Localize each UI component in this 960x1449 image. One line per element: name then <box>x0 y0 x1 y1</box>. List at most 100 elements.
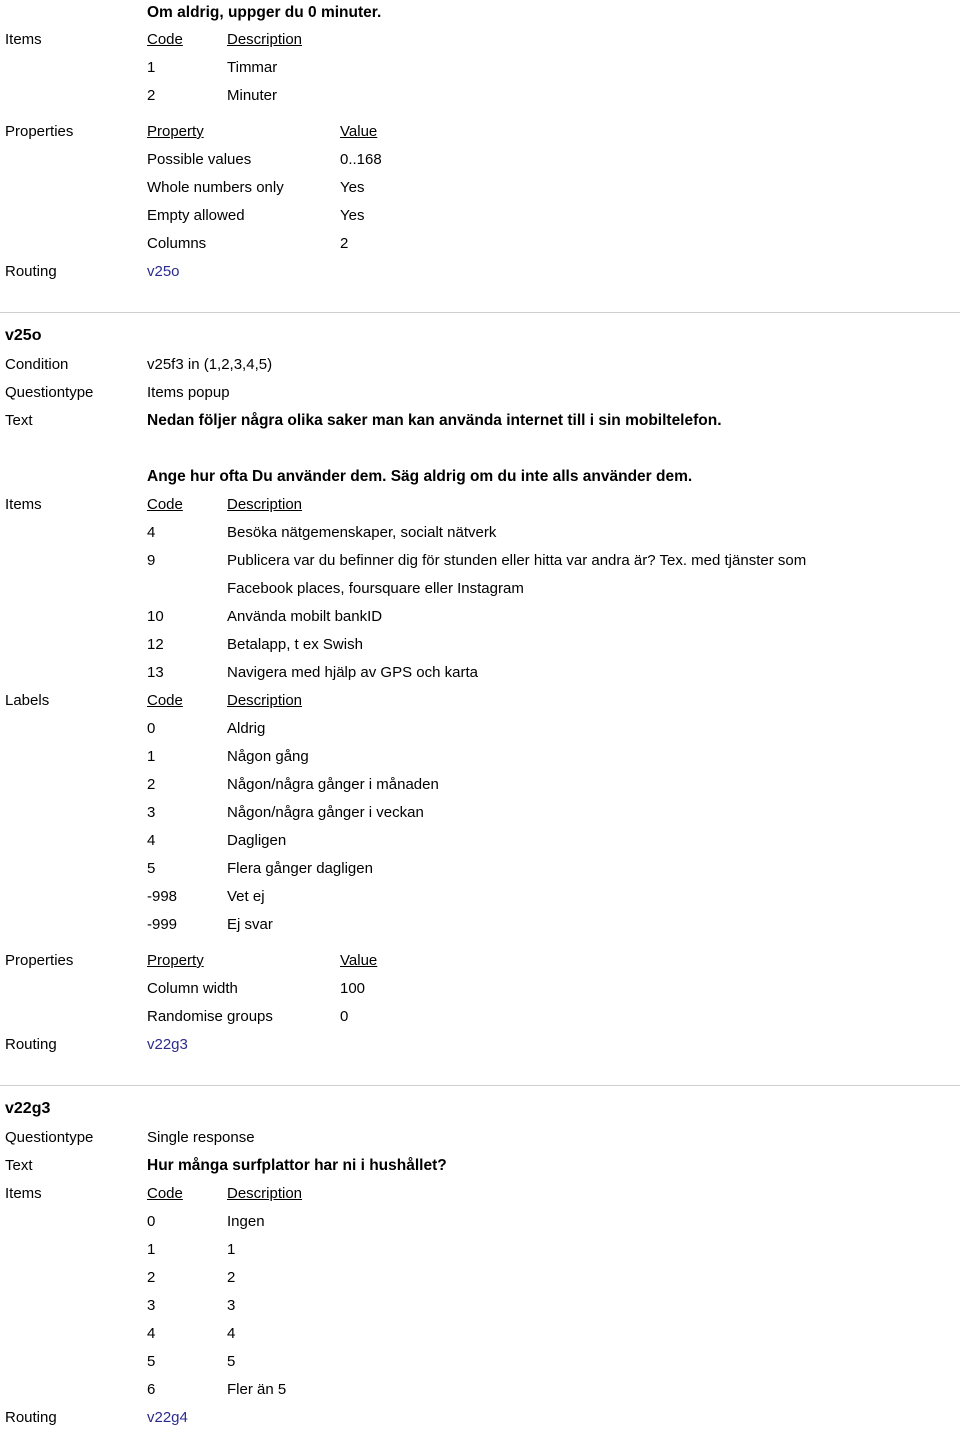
value-header-cell: Value <box>340 947 567 975</box>
item-description: Ingen <box>227 1213 265 1230</box>
routing-link-v22g4[interactable]: v22g4 <box>147 1409 188 1426</box>
item-description: Timmar <box>227 59 278 76</box>
table-row: 6 Fler än 5 <box>147 1376 862 1404</box>
label-code: 4 <box>147 832 156 849</box>
item-code: 2 <box>147 1269 156 1286</box>
label-description: Någon/några gånger i månaden <box>227 776 439 793</box>
labels-section-v25o: Labels Code Description 0 Aldrig 1 Någon… <box>0 687 960 939</box>
description-header-cell: Description <box>227 491 862 519</box>
table-row: 1 1 <box>147 1236 862 1264</box>
text-label: Text <box>5 412 33 429</box>
properties-label: Properties <box>5 123 74 140</box>
properties-section-v25o: Properties Property Value Column width 1… <box>0 947 960 1031</box>
description-header: Description <box>227 496 303 513</box>
label-description: Dagligen <box>227 832 287 849</box>
properties-section-top: Properties Property Value Possible value… <box>0 118 960 258</box>
routing-value-wrap: v25o <box>147 258 960 286</box>
code-header: Code <box>147 1185 183 1202</box>
item-description: 4 <box>227 1325 236 1342</box>
item-code: 2 <box>147 87 156 104</box>
questiontype-value: Items popup <box>147 384 230 401</box>
item-code: 4 <box>147 1325 156 1342</box>
property-value: 0..168 <box>340 151 382 168</box>
code-header-cell: Code <box>147 491 227 519</box>
table-header-row: Code Description <box>147 491 862 519</box>
description-header: Description <box>227 692 303 709</box>
condition-section-v25o: Condition v25f3 in (1,2,3,4,5) <box>0 351 960 379</box>
routing-link-v25o[interactable]: v25o <box>147 263 180 280</box>
code-header: Code <box>147 496 183 513</box>
value-header: Value <box>340 952 378 969</box>
property-header-cell: Property <box>147 118 340 146</box>
table-row: Column width 100 <box>147 975 567 1003</box>
table-row: 12 Betalapp, t ex Swish <box>147 631 862 659</box>
item-code: 6 <box>147 1381 156 1398</box>
property-header: Property <box>147 952 204 969</box>
properties-table-wrap: Property Value Possible values 0..168 Wh… <box>147 118 960 258</box>
text-section-v22g3: Text Hur många surfplattor har ni i hush… <box>0 1152 960 1180</box>
label-description: Flera gånger dagligen <box>227 860 373 877</box>
table-row: Randomise groups 0 <box>147 1003 567 1031</box>
table-row: 5 Flera gånger dagligen <box>147 855 862 883</box>
code-header-cell: Code <box>147 26 227 54</box>
items-table-body: 1 Timmar 2 Minuter <box>147 54 862 110</box>
label-code: 1 <box>147 748 156 765</box>
item-description: Använda mobilt bankID <box>227 608 383 625</box>
questiontype-label: Questiontype <box>5 384 94 401</box>
item-code: 1 <box>147 59 156 76</box>
description-header-cell: Description <box>227 26 862 54</box>
items-section-v22g3: Items Code Description 0 Ingen 1 1 2 2 3… <box>0 1180 960 1404</box>
table-row: 10 Använda mobilt bankID <box>147 603 862 631</box>
item-description: 3 <box>227 1297 236 1314</box>
condition-value: v25f3 in (1,2,3,4,5) <box>147 356 273 373</box>
item-description: Navigera med hjälp av GPS och karta <box>227 664 478 681</box>
property-name: Possible values <box>147 151 252 168</box>
routing-link-v22g3[interactable]: v22g3 <box>147 1036 188 1053</box>
table-row: -998 Vet ej <box>147 883 862 911</box>
property-value: 100 <box>340 980 366 997</box>
questiontype-label: Questiontype <box>5 1129 94 1146</box>
table-row: Columns 2 <box>147 230 567 258</box>
routing-section-top: Routing v25o <box>0 258 960 286</box>
description-header-cell: Description <box>227 1180 862 1208</box>
item-description: Betalapp, t ex Swish <box>227 636 363 653</box>
item-code: 4 <box>147 524 156 541</box>
routing-label: Routing <box>5 1036 57 1053</box>
property-header-cell: Property <box>147 947 340 975</box>
properties-table-wrap: Property Value Column width 100 Randomis… <box>147 947 960 1031</box>
item-code: 9 <box>147 552 156 569</box>
label-code: 5 <box>147 860 156 877</box>
table-row: 4 Dagligen <box>147 827 862 855</box>
items-section-v25o: Items Code Description 4 Besöka nätgemen… <box>0 491 960 687</box>
text-label: Text <box>5 1157 33 1174</box>
table-row: 5 5 <box>147 1348 862 1376</box>
code-header: Code <box>147 692 183 709</box>
table-row: 0 Ingen <box>147 1208 862 1236</box>
table-row: 3 3 <box>147 1292 862 1320</box>
property-name: Empty allowed <box>147 207 245 224</box>
question-id-v25o: v25o <box>5 327 42 344</box>
item-code: 3 <box>147 1297 156 1314</box>
labels-label: Labels <box>5 692 50 709</box>
table-header-row: Property Value <box>147 118 567 146</box>
item-description: Fler än 5 <box>227 1381 287 1398</box>
property-value: Yes <box>340 179 365 196</box>
items-table-wrap: Code Description 4 Besöka nätgemenskaper… <box>147 491 960 687</box>
table-row: 4 Besöka nätgemenskaper, socialt nätverk <box>147 519 862 547</box>
text-section-v25o: Text Nedan följer några olika saker man … <box>0 407 960 491</box>
item-description: 5 <box>227 1353 236 1370</box>
item-description: 1 <box>227 1241 236 1258</box>
property-name: Whole numbers only <box>147 179 284 196</box>
label-description: Vet ej <box>227 888 265 905</box>
table-row: Whole numbers only Yes <box>147 174 567 202</box>
table-row: 9 Publicera var du befinner dig för stun… <box>147 547 862 603</box>
code-header: Code <box>147 31 183 48</box>
property-name: Randomise groups <box>147 1008 273 1025</box>
property-header: Property <box>147 123 204 140</box>
description-header: Description <box>227 1185 303 1202</box>
properties-table: Property Value Column width 100 Randomis… <box>147 947 567 1031</box>
label-code: 2 <box>147 776 156 793</box>
